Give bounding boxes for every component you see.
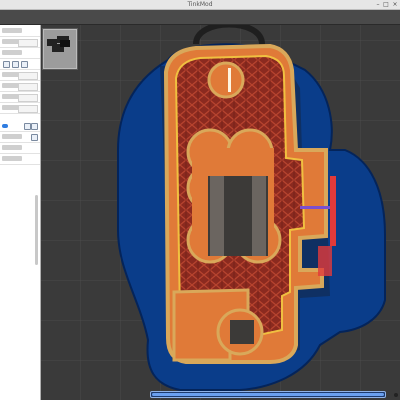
- setting-label: [2, 50, 22, 55]
- setting-row[interactable]: [0, 82, 40, 92]
- toolbar: [0, 10, 400, 25]
- setting-row[interactable]: [0, 122, 40, 132]
- toggle-switch[interactable]: [2, 124, 8, 128]
- setting-row[interactable]: [0, 144, 40, 154]
- setting-row[interactable]: [0, 133, 40, 143]
- setting-field[interactable]: [18, 94, 38, 102]
- accent-strip-red: [330, 176, 336, 246]
- maximize-icon[interactable]: □: [382, 1, 390, 8]
- setting-field[interactable]: [18, 72, 38, 80]
- setting-label: [2, 145, 22, 150]
- accent-strip-purple: [300, 206, 330, 209]
- accent-strip-red-lower: [318, 246, 332, 276]
- model-thumbnail-icon: [47, 36, 70, 52]
- minimize-icon[interactable]: –: [374, 1, 382, 8]
- setting-row[interactable]: [0, 155, 40, 165]
- setting-label: [2, 28, 22, 33]
- setting-field[interactable]: [18, 83, 38, 91]
- model-thumbnail[interactable]: [42, 28, 78, 70]
- setting-row[interactable]: [0, 49, 40, 59]
- setting-row[interactable]: [0, 27, 40, 37]
- center-cavity: [186, 128, 282, 264]
- setting-row[interactable]: [0, 93, 40, 103]
- settings-icon[interactable]: [12, 61, 19, 68]
- slice-progress-fill: [152, 393, 384, 396]
- setting-row[interactable]: [0, 71, 40, 81]
- bottom-hole-core: [230, 320, 254, 344]
- options-icon[interactable]: [31, 134, 38, 141]
- window-title: TinkMod: [187, 1, 213, 8]
- lock-icon[interactable]: [24, 123, 31, 130]
- setting-label: [2, 156, 22, 161]
- layers-icon[interactable]: [21, 61, 28, 68]
- close-icon[interactable]: ×: [391, 1, 399, 8]
- mount-hole-top: [207, 61, 245, 99]
- layer-preview-canvas[interactable]: [41, 25, 400, 400]
- setting-field[interactable]: [18, 105, 38, 113]
- setting-row[interactable]: [0, 38, 40, 48]
- status-indicator-icon: [394, 393, 398, 397]
- view-icon[interactable]: [3, 61, 10, 68]
- title-bar: TinkMod – □ ×: [0, 0, 400, 10]
- setting-field[interactable]: [18, 39, 38, 47]
- settings-sidebar: [0, 25, 41, 400]
- link-icon[interactable]: [31, 123, 38, 130]
- hole-slot: [228, 68, 231, 92]
- setting-row[interactable]: [0, 104, 40, 114]
- slice-progress-bar[interactable]: [150, 391, 386, 398]
- setting-row[interactable]: [0, 60, 40, 70]
- sidebar-scrollbar[interactable]: [35, 195, 38, 265]
- setting-label: [2, 134, 22, 139]
- 3d-viewport[interactable]: [41, 25, 400, 400]
